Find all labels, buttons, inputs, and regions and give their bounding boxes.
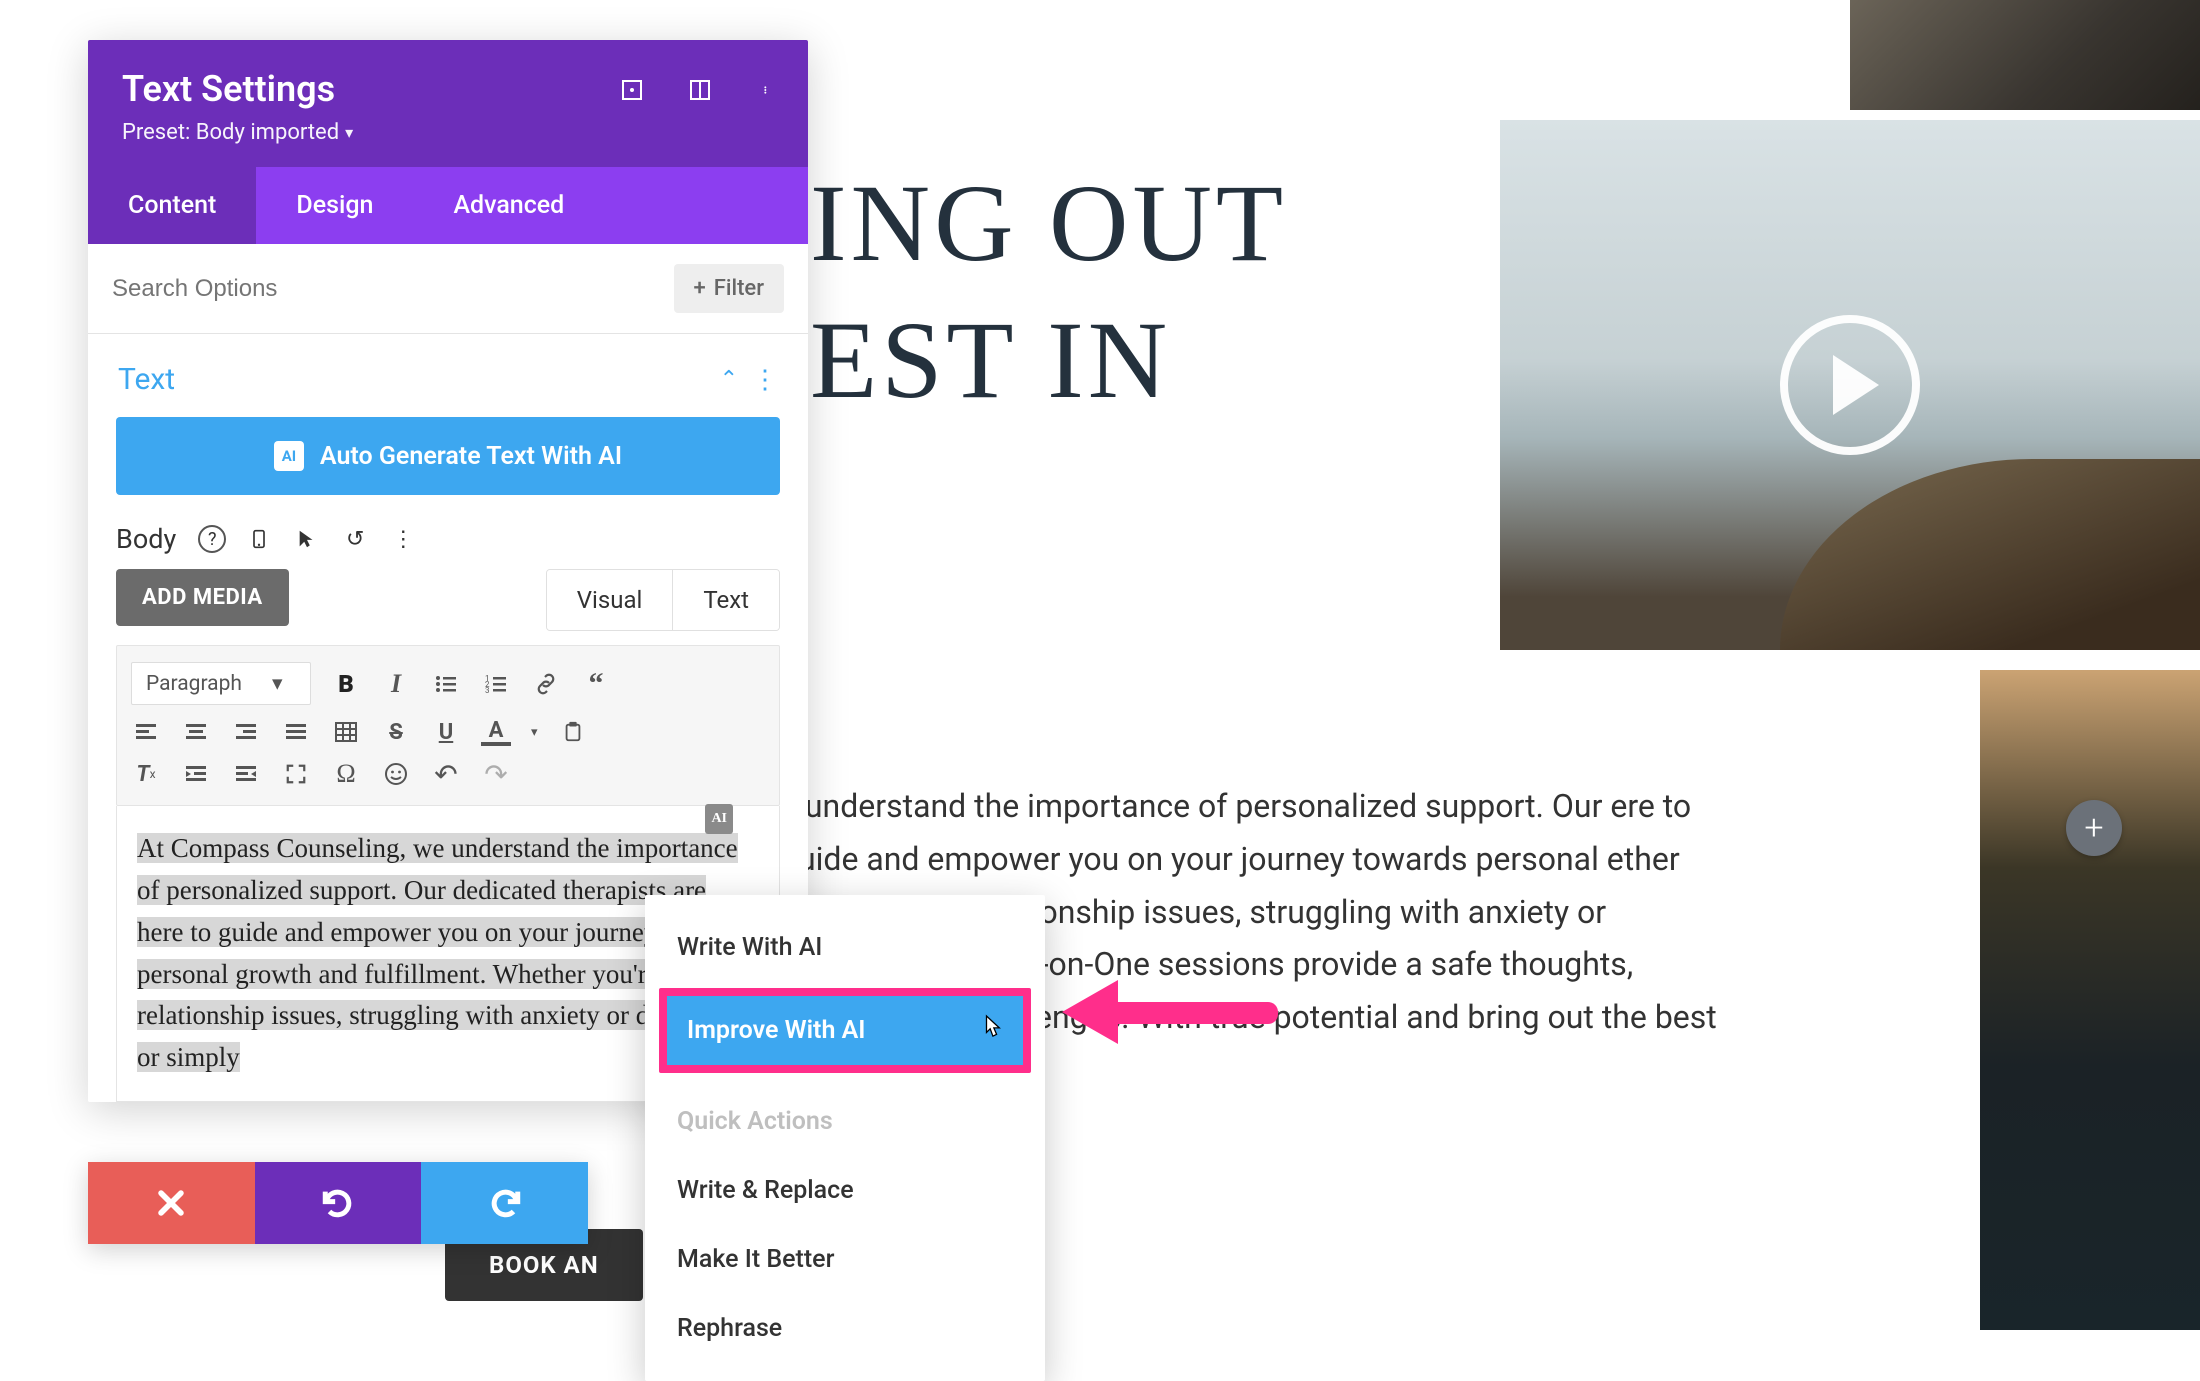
indent-icon[interactable]	[181, 759, 211, 789]
ai-floating-badge[interactable]: AI	[705, 804, 733, 834]
annotation-arrow	[1062, 986, 1282, 1036]
auto-generate-ai-button[interactable]: AI Auto Generate Text With AI	[116, 417, 780, 495]
ctx-improve-label: Improve With AI	[687, 1016, 866, 1045]
editor-tab-text[interactable]: Text	[672, 570, 779, 630]
panel-header-actions	[618, 76, 782, 104]
expand-icon[interactable]	[618, 76, 646, 104]
ctx-improve-highlight-outline: Improve With AI	[659, 988, 1031, 1073]
fullscreen-icon[interactable]	[281, 759, 311, 789]
body-more-icon[interactable]: ⋮	[388, 524, 418, 554]
preset-label: Preset: Body imported	[122, 120, 339, 145]
outdent-icon[interactable]	[231, 759, 261, 789]
paragraph-format-select[interactable]: Paragraph ▾	[131, 662, 311, 705]
ctx-write-with-ai[interactable]: Write With AI	[645, 913, 1045, 982]
caret-down-icon: ▾	[345, 123, 353, 142]
text-color-icon[interactable]: A	[481, 718, 511, 746]
body-label: Body	[116, 523, 176, 555]
panel-header: Text Settings Preset: Body imported ▾	[88, 40, 808, 167]
editor-mode-tabs: Visual Text	[546, 569, 780, 631]
add-media-button[interactable]: ADD MEDIA	[116, 569, 289, 626]
undo-toolbar-icon[interactable]: ↶	[431, 759, 461, 789]
caret-down-icon: ▾	[272, 671, 283, 696]
search-options-input[interactable]	[112, 275, 674, 303]
underline-icon[interactable]: U	[431, 717, 461, 747]
hero-image-foreground	[1780, 459, 2200, 650]
panel-search-row: + Filter	[88, 244, 808, 334]
body-label-row: Body ? ↺ ⋮	[116, 523, 780, 555]
ai-badge-icon: AI	[274, 441, 304, 471]
cancel-button[interactable]	[88, 1162, 255, 1244]
svg-text:3: 3	[485, 686, 490, 695]
pointer-cursor-icon	[981, 1014, 1003, 1047]
link-icon[interactable]	[531, 669, 561, 699]
wysiwyg-toolbar: Paragraph ▾ B I 123 “	[116, 645, 780, 806]
mobile-icon[interactable]	[244, 524, 274, 554]
quote-icon[interactable]: “	[581, 669, 611, 699]
add-element-fab[interactable]: +	[2066, 800, 2122, 856]
ctx-make-better[interactable]: Make It Better	[645, 1225, 1045, 1294]
page-heading-line2: EST IN	[810, 297, 1287, 424]
split-view-icon[interactable]	[686, 76, 714, 104]
redo-toolbar-icon[interactable]: ↷	[481, 759, 511, 789]
redo-button[interactable]	[421, 1162, 588, 1244]
align-right-icon[interactable]	[231, 717, 261, 747]
italic-icon[interactable]: I	[381, 669, 411, 699]
ordered-list-icon[interactable]: 123	[481, 669, 511, 699]
undo-button[interactable]	[255, 1162, 422, 1244]
emoji-icon[interactable]	[381, 759, 411, 789]
text-section-title[interactable]: Text	[118, 362, 175, 397]
text-section-header: Text ⌃ ⋮	[118, 362, 778, 397]
ctx-improve-with-ai[interactable]: Improve With AI	[667, 996, 1023, 1065]
panel-tabs: Content Design Advanced	[88, 167, 808, 244]
section-more-icon[interactable]: ⋮	[752, 365, 778, 395]
tab-design[interactable]: Design	[256, 167, 413, 244]
play-icon[interactable]	[1780, 315, 1920, 455]
caret-down-icon[interactable]: ▾	[531, 725, 538, 740]
preset-dropdown[interactable]: Preset: Body imported ▾	[122, 120, 774, 145]
bg-image-top	[1850, 0, 2200, 110]
tab-advanced[interactable]: Advanced	[413, 167, 604, 244]
more-icon[interactable]	[754, 76, 782, 104]
paragraph-select-label: Paragraph	[146, 672, 242, 696]
ctx-quick-actions-heading: Quick Actions	[645, 1079, 1045, 1156]
strikethrough-icon[interactable]: S	[381, 717, 411, 747]
filter-button[interactable]: + Filter	[674, 264, 784, 313]
ctx-write-replace[interactable]: Write & Replace	[645, 1156, 1045, 1225]
panel-action-bar	[88, 1162, 588, 1244]
page-heading: ING OUT EST IN	[810, 160, 1287, 423]
align-justify-icon[interactable]	[281, 717, 311, 747]
align-left-icon[interactable]	[131, 717, 161, 747]
tab-content[interactable]: Content	[88, 167, 256, 244]
reset-icon[interactable]: ↺	[340, 524, 370, 554]
paste-icon[interactable]	[558, 717, 588, 747]
editor-tab-visual[interactable]: Visual	[547, 570, 673, 630]
align-center-icon[interactable]	[181, 717, 211, 747]
special-char-icon[interactable]: Ω	[331, 759, 361, 789]
table-icon[interactable]	[331, 717, 361, 747]
plus-icon: +	[694, 276, 706, 301]
bold-icon[interactable]: B	[331, 669, 361, 699]
page-heading-line1: ING OUT	[810, 162, 1287, 284]
help-icon[interactable]: ?	[198, 525, 226, 553]
hero-video-thumbnail[interactable]	[1500, 120, 2200, 650]
bullet-list-icon[interactable]	[431, 669, 461, 699]
bg-image-bottom	[1980, 670, 2200, 1330]
hover-cursor-icon[interactable]	[292, 524, 322, 554]
ai-context-menu: Write With AI Improve With AI Quick Acti…	[645, 895, 1045, 1381]
collapse-icon[interactable]: ⌃	[720, 367, 738, 392]
ai-button-label: Auto Generate Text With AI	[320, 442, 622, 471]
filter-label: Filter	[714, 276, 764, 301]
clear-format-icon[interactable]: Tx	[131, 759, 161, 789]
